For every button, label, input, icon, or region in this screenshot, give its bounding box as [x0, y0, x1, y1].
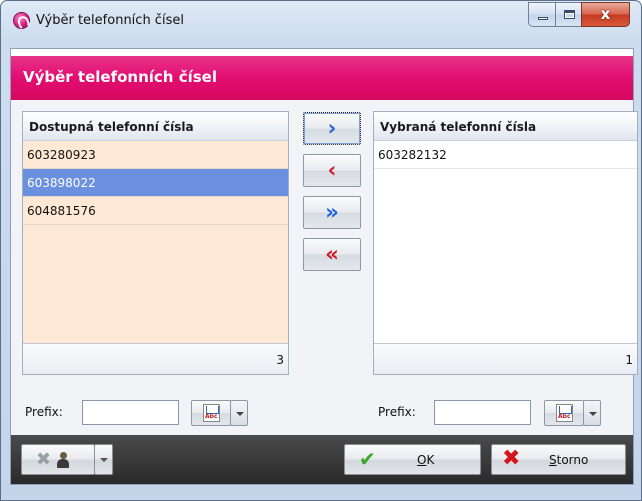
user-clear-button[interactable]: ✖: [21, 444, 95, 475]
header-title: Výběr telefonních čísel: [23, 68, 217, 86]
chosen-numbers-heading[interactable]: Vybraná telefonní čísla: [374, 112, 637, 141]
dialog-client: Výběr telefonních čísel Dostupná telefon…: [10, 48, 638, 485]
cancel-label: Storno: [549, 453, 589, 467]
chosen-count: 1: [625, 353, 633, 367]
chosen-spell-dropdown[interactable]: [583, 400, 601, 426]
chevron-left-icon: ‹: [327, 158, 337, 182]
maximize-icon: [564, 10, 575, 19]
add-selected-button[interactable]: ›: [303, 112, 361, 145]
dialog-footer: ✖ ✔ OK ✖ Storno: [11, 435, 633, 484]
available-number-row[interactable]: 604881576: [23, 197, 288, 225]
abc-checker-icon: [556, 404, 573, 422]
add-all-button[interactable]: »: [303, 196, 361, 229]
available-number-row[interactable]: 603280923: [23, 141, 288, 169]
remove-all-button[interactable]: «: [303, 238, 361, 271]
red-x-icon: ✖: [502, 446, 521, 471]
user-clear-dropdown[interactable]: [94, 444, 113, 475]
chevron-right-icon: ›: [327, 116, 337, 140]
chosen-numbers-panel: Vybraná telefonní čísla 603282132 1: [373, 111, 638, 375]
available-spell-dropdown[interactable]: [230, 400, 248, 426]
ok-label: OK: [417, 453, 435, 467]
chosen-number-row[interactable]: 603282132: [374, 141, 637, 169]
cancel-button[interactable]: ✖ Storno: [491, 444, 626, 475]
app-icon: [14, 13, 29, 28]
close-icon: x: [600, 5, 611, 23]
double-chevron-left-icon: «: [325, 242, 339, 266]
remove-selected-button[interactable]: ‹: [303, 154, 361, 187]
available-count-footer: 3: [23, 343, 288, 374]
user-icon: [57, 452, 69, 468]
chosen-prefix-label: Prefix:: [378, 405, 416, 419]
available-numbers-panel: Dostupná telefonní čísla 603280923 60389…: [22, 111, 289, 375]
available-number-row-selected[interactable]: 603898022: [23, 169, 288, 197]
ok-button[interactable]: ✔ OK: [344, 444, 481, 475]
available-prefix-input[interactable]: [82, 400, 179, 425]
available-numbers-list[interactable]: 603280923 603898022 604881576: [23, 141, 288, 343]
available-count: 3: [276, 353, 284, 367]
chosen-count-footer: 1: [374, 343, 637, 374]
grey-x-icon: ✖: [36, 449, 52, 470]
available-numbers-heading[interactable]: Dostupná telefonní čísla: [23, 112, 288, 141]
available-spell-button[interactable]: [191, 400, 231, 426]
dialog-body: Dostupná telefonní čísla 603280923 60389…: [11, 100, 638, 435]
double-chevron-right-icon: »: [325, 200, 339, 224]
check-icon: ✔: [359, 447, 376, 471]
dialog-window: Výběr telefonních čísel x Výběr telefonn…: [0, 0, 642, 501]
title-bar[interactable]: Výběr telefonních čísel x: [1, 1, 641, 41]
window-title: Výběr telefonních čísel: [36, 13, 184, 28]
available-prefix-label: Prefix:: [25, 405, 63, 419]
minimize-icon: [538, 17, 548, 20]
abc-checker-icon: [203, 404, 220, 422]
chosen-prefix-input[interactable]: [434, 400, 531, 425]
chosen-numbers-list[interactable]: 603282132: [374, 141, 637, 343]
maximize-button[interactable]: [555, 2, 582, 27]
close-button[interactable]: x: [581, 2, 630, 27]
minimize-button[interactable]: [528, 2, 556, 27]
chosen-spell-button[interactable]: [544, 400, 584, 426]
dialog-header: Výběr telefonních čísel: [11, 56, 633, 100]
